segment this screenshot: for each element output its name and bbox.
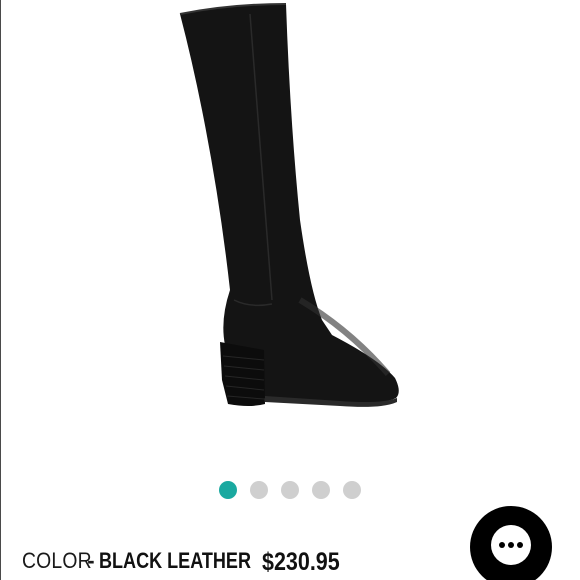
product-price: $230.95	[262, 548, 340, 576]
product-page: COLOR - BLACK LEATHER $230.95	[0, 0, 580, 580]
product-image[interactable]	[150, 0, 420, 420]
color-value: BLACK LEATHER	[98, 548, 251, 573]
carousel-dot-5[interactable]	[343, 481, 361, 499]
carousel-dot-2[interactable]	[250, 481, 268, 499]
chat-button[interactable]	[470, 506, 552, 580]
carousel-dot-3[interactable]	[281, 481, 299, 499]
image-carousel-dots	[0, 481, 580, 499]
color-info: COLOR - BLACK LEATHER	[22, 548, 284, 580]
carousel-dot-4[interactable]	[312, 481, 330, 499]
chat-bubble-icon	[491, 525, 531, 565]
color-label: COLOR	[22, 548, 92, 573]
carousel-dot-1[interactable]	[219, 481, 237, 499]
